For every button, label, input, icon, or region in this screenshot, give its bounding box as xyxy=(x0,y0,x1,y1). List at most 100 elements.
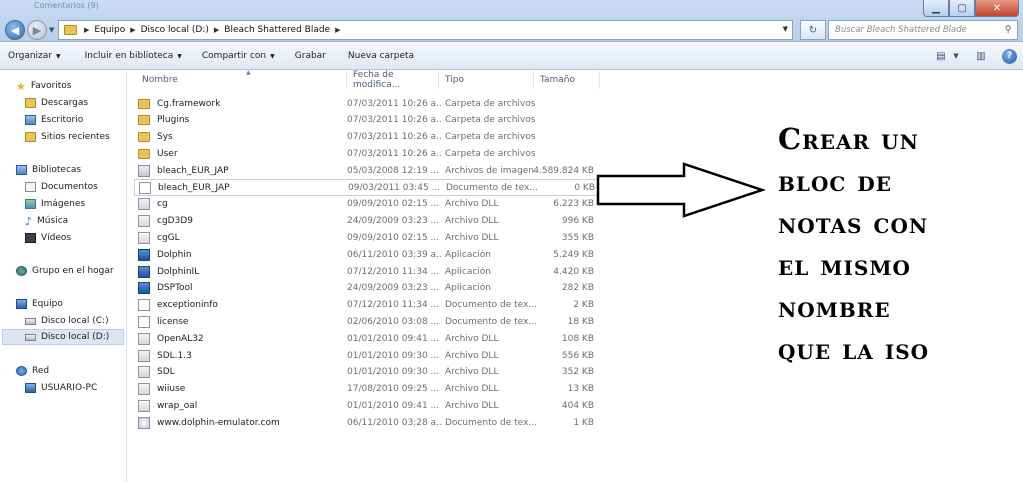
refresh-icon[interactable]: ↻ xyxy=(800,20,826,40)
file-size-cell: 1 KB xyxy=(573,417,594,428)
file-date-cell: 07/03/2011 10:26 a... xyxy=(347,132,442,143)
new-folder-button[interactable]: Nueva carpeta xyxy=(340,43,422,69)
nav-item-descargas[interactable]: Descargas xyxy=(25,95,88,111)
file-type-cell: Carpeta de archivos xyxy=(445,98,536,109)
file-row[interactable]: User 07/03/2011 10:26 a... Carpeta de arch… xyxy=(134,145,600,162)
file-row[interactable]: Cg.framework 07/03/2011 10:26 a... Carpeta… xyxy=(134,95,600,112)
forward-button[interactable]: ▶ xyxy=(27,20,47,40)
title-bar: Comentarios (9) ▁ ▢ ✕ ◀ ▶ ▼ ▶ Equipo ▶ D… xyxy=(0,0,1023,42)
file-name-cell: SDL.1.3 xyxy=(138,349,338,362)
file-row[interactable]: Dolphin 06/11/2010 03:39 a... Aplicación 5.… xyxy=(134,246,600,263)
nav-item-disco-c[interactable]: Disco local (C:) xyxy=(25,313,109,329)
nav-item-label: Disco local (C:) xyxy=(41,316,109,326)
nav-item-imagenes[interactable]: Imágenes xyxy=(25,196,85,212)
search-input[interactable]: Buscar Bleach Shattered Blade ⚲ xyxy=(828,20,1018,40)
nav-homegroup-label: Grupo en el hogar xyxy=(32,266,114,276)
nav-item-videos[interactable]: Vídeos xyxy=(25,230,71,246)
file-name-cell: wiiuse xyxy=(138,383,338,396)
breadcrumb-separator[interactable]: ▶ xyxy=(84,26,89,34)
file-type-cell: Carpeta de archivos xyxy=(445,132,536,143)
file-row[interactable]: SDL.1.3 01/01/2010 09:30 ... Archivo DLL 55… xyxy=(134,347,600,364)
breadcrumb-separator[interactable]: ▶ xyxy=(214,26,219,34)
app-file-icon xyxy=(138,248,150,261)
file-row[interactable]: cg 09/09/2010 02:15 ... Archivo DLL 6.223 K… xyxy=(134,196,600,213)
column-header-size[interactable]: Tamaño xyxy=(534,71,600,89)
file-row[interactable]: cgGL 09/09/2010 02:15 ... Archivo DLL 355 K… xyxy=(134,229,600,246)
nav-computer[interactable]: Equipo xyxy=(16,296,63,312)
change-view-icon[interactable]: ▤ xyxy=(932,47,950,65)
file-row[interactable]: DSPTool 24/09/2009 03:23 ... Aplicación 282… xyxy=(134,280,600,297)
organize-button[interactable]: Organizar ▼ xyxy=(0,43,69,69)
file-row[interactable]: Sys 07/03/2011 10:26 a... Carpeta de archi… xyxy=(134,129,600,146)
breadcrumb-current-folder[interactable]: Bleach Shattered Blade xyxy=(221,25,333,35)
app-file-icon xyxy=(138,282,150,295)
close-button[interactable]: ✕ xyxy=(975,0,1019,17)
file-name: SDL.1.3 xyxy=(157,350,192,361)
file-date-cell: 01/01/2010 09:30 ... xyxy=(347,367,440,378)
file-size-cell: 355 KB xyxy=(561,232,594,243)
search-icon[interactable]: ⚲ xyxy=(999,25,1017,35)
file-row[interactable]: bleach_EUR_JAP 05/03/2008 12:19 ... Archiv… xyxy=(134,162,600,179)
nav-homegroup[interactable]: Grupo en el hogar xyxy=(16,263,114,279)
file-name-cell: Dolphin xyxy=(138,248,338,261)
file-row[interactable]: wrap_oal 01/01/2010 09:41 ... Archivo DLL 4… xyxy=(134,397,600,414)
file-date-cell: 24/09/2009 03:23 ... xyxy=(347,216,440,227)
file-row[interactable]: bleach_EUR_JAP 09/03/2011 03:45 ... Docume… xyxy=(134,179,600,196)
file-size-cell: 556 KB xyxy=(561,350,594,361)
file-row[interactable]: cgD3D9 24/09/2009 03:23 ... Archivo DLL 996… xyxy=(134,213,600,230)
column-header-date[interactable]: Fecha de modifica... xyxy=(347,70,439,90)
annotation-line: nombre xyxy=(778,290,891,324)
file-row[interactable]: exceptioninfo 07/12/2010 11:34 ... Documen… xyxy=(134,297,600,314)
column-header-name[interactable]: ▲ Nombre xyxy=(136,69,347,89)
file-name-cell: cgGL xyxy=(138,231,338,244)
nav-libraries[interactable]: Bibliotecas xyxy=(16,162,81,178)
include-in-library-button[interactable]: Incluir en biblioteca ▼ xyxy=(77,43,190,69)
minimize-button[interactable]: ▁ xyxy=(923,0,949,17)
view-options-chevron-icon[interactable]: ▼ xyxy=(952,47,960,65)
nav-item-musica[interactable]: ♪ Música xyxy=(25,213,68,229)
folder-icon xyxy=(64,25,77,35)
address-bar[interactable]: ▶ Equipo ▶ Disco local (D:) ▶ Bleach Sha… xyxy=(58,20,793,40)
chevron-down-icon: ▼ xyxy=(56,52,61,60)
breadcrumb-separator[interactable]: ▶ xyxy=(130,26,135,34)
dll-file-icon xyxy=(138,231,150,244)
file-row[interactable]: OpenAL32 01/01/2010 09:41 ... Archivo DLL 1… xyxy=(134,330,600,347)
nav-item-disco-d[interactable]: Disco local (D:) xyxy=(2,329,124,345)
breadcrumb-disco-d[interactable]: Disco local (D:) xyxy=(138,25,212,35)
nav-item-sitios-recientes[interactable]: Sitios recientes xyxy=(25,129,110,145)
nav-item-usuario-pc[interactable]: USUARIO-PC xyxy=(25,380,97,396)
file-name: cgGL xyxy=(157,232,180,243)
folder-file-icon xyxy=(138,148,150,159)
nav-favorites[interactable]: ★ Favoritos xyxy=(16,78,72,94)
file-row[interactable]: DolphinIL 07/12/2010 11:34 ... Aplicación 4… xyxy=(134,263,600,280)
column-header-type[interactable]: Tipo xyxy=(439,71,534,89)
preview-pane-icon[interactable]: ▥ xyxy=(972,47,990,65)
maximize-button[interactable]: ▢ xyxy=(949,0,975,17)
file-name-cell: Sys xyxy=(138,132,338,143)
file-name-cell: SDL xyxy=(138,366,338,379)
address-dropdown-icon[interactable]: ▼ xyxy=(783,25,788,33)
share-with-button[interactable]: Compartir con ▼ xyxy=(194,43,283,69)
recent-pages-dropdown[interactable]: ▼ xyxy=(49,26,54,34)
file-row[interactable]: www.dolphin-emulator.com 06/11/2010 03:28… xyxy=(134,414,600,431)
breadcrumb-separator[interactable]: ▶ xyxy=(335,26,340,34)
nav-item-documentos[interactable]: Documentos xyxy=(25,179,98,195)
burn-button[interactable]: Grabar xyxy=(287,43,334,69)
back-button[interactable]: ◀ xyxy=(5,20,25,40)
annotation-line: bloc de xyxy=(778,164,892,198)
nav-item-label: Escritorio xyxy=(41,115,84,125)
file-name: Cg.framework xyxy=(157,98,221,109)
file-name-cell: Plugins xyxy=(138,115,338,126)
file-row[interactable]: wiiuse 17/08/2010 09:25 ... Archivo DLL 13 … xyxy=(134,381,600,398)
nav-network[interactable]: Red xyxy=(16,363,49,379)
file-row[interactable]: license 02/06/2010 03:08 ... Documento de … xyxy=(134,313,600,330)
file-date-cell: 07/03/2011 10:26 a... xyxy=(347,98,442,109)
file-row[interactable]: Plugins 07/03/2011 10:26 a... Carpeta de a… xyxy=(134,112,600,129)
help-icon[interactable]: ? xyxy=(1002,48,1017,64)
file-name: bleach_EUR_JAP xyxy=(158,182,230,193)
nav-item-escritorio[interactable]: Escritorio xyxy=(25,112,83,128)
file-name-cell: OpenAL32 xyxy=(138,332,338,345)
breadcrumb-equipo[interactable]: Equipo xyxy=(91,25,128,35)
file-name: cg xyxy=(157,199,168,210)
file-row[interactable]: SDL 01/01/2010 09:30 ... Archivo DLL 352 KB xyxy=(134,364,600,381)
